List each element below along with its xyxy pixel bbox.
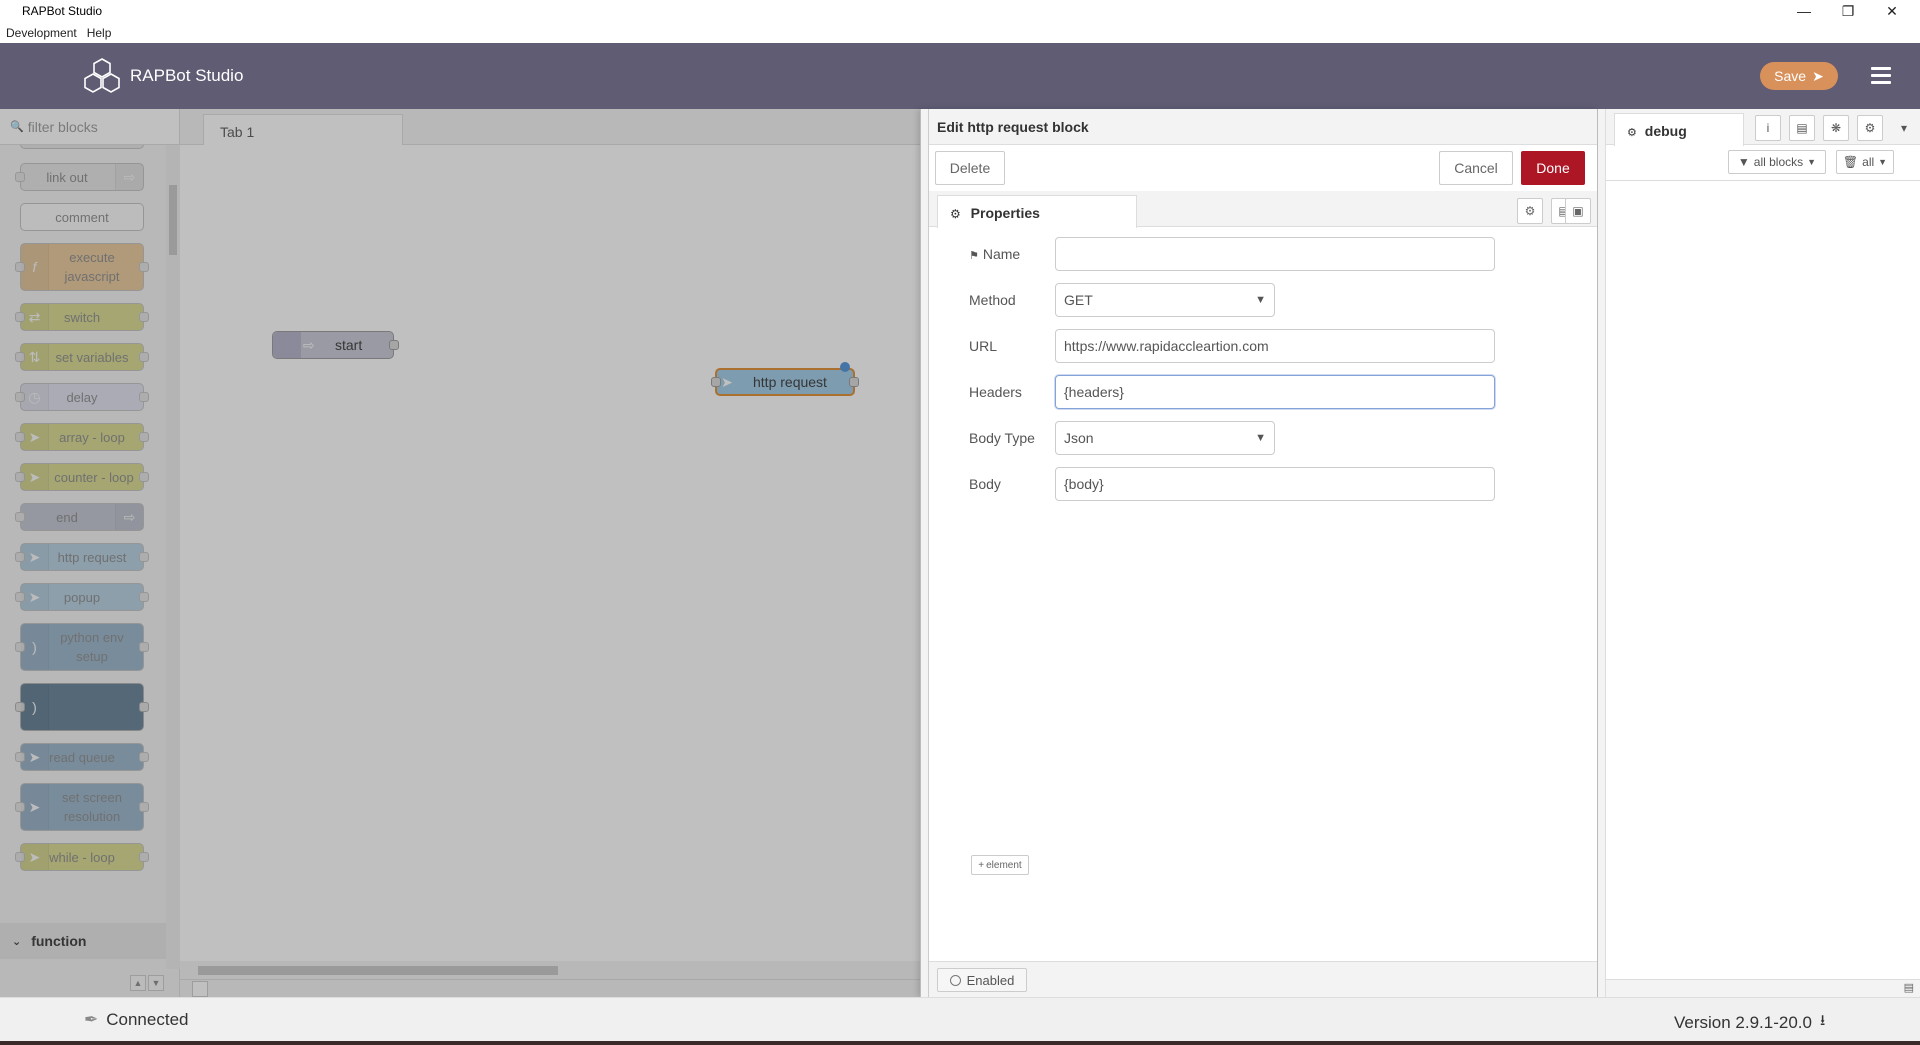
gear-icon: ⚙ [950, 207, 961, 221]
tray-footer: Enabled [929, 961, 1597, 997]
done-button[interactable]: Done [1521, 151, 1585, 185]
taskbar-strip [0, 1041, 1920, 1045]
bodytype-row: Body Type Json ▼ [945, 421, 1545, 455]
method-row: Method GET ▼ [945, 283, 1545, 317]
save-button[interactable]: Save ➤ [1760, 62, 1838, 90]
download-icon[interactable]: ⭳ [1820, 1010, 1825, 1035]
logo-icon [84, 58, 120, 93]
connection-status: ✒ Connected [84, 1010, 189, 1029]
url-label: URL [969, 338, 998, 354]
cancel-button[interactable]: Cancel [1439, 151, 1513, 185]
filter-icon: ▼ [1737, 155, 1750, 169]
trash-icon: 🗑 [1842, 155, 1859, 169]
chevron-down-icon: ▼ [1255, 294, 1266, 306]
close-icon[interactable]: ✕ [1870, 0, 1914, 22]
headers-label: Headers [969, 384, 1022, 400]
minimize-icon[interactable]: — [1782, 0, 1826, 22]
app-header: RAPBot Studio Save ➤ [0, 43, 1920, 109]
body-label: Body [969, 476, 1001, 492]
debug-sidebar: ⚙ debug i ▤ ❋ ⚙ ▾ ▼ all blocks ▼ 🗑 all ▼… [1598, 109, 1920, 997]
modal-overlay [0, 109, 920, 997]
tray-resize-handle[interactable] [921, 109, 929, 997]
book-icon[interactable]: ▤ [1789, 115, 1815, 141]
name-row: ⚑ Name [945, 237, 1545, 271]
add-element-button[interactable]: + element [971, 855, 1029, 875]
tag-icon: ⚑ [969, 250, 979, 262]
menu-development[interactable]: Development [6, 26, 77, 40]
sidebar-tabs: ⚙ debug i ▤ ❋ ⚙ ▾ [1606, 109, 1920, 146]
tab-properties[interactable]: ⚙ Properties [937, 195, 1137, 228]
circle-icon [949, 974, 961, 986]
url-row: URL [945, 329, 1545, 363]
chevron-down-icon: ▼ [1878, 157, 1888, 167]
info-icon[interactable]: i [1755, 115, 1781, 141]
delete-button[interactable]: Delete [935, 151, 1005, 185]
tray-toolbar: Delete Cancel Done [929, 145, 1597, 191]
main-menu-icon[interactable] [1868, 63, 1894, 89]
plus-icon: + [978, 859, 985, 871]
chevron-down-icon[interactable]: ▾ [1891, 115, 1917, 141]
brand-name: RAPBot Studio [130, 66, 244, 85]
sidebar-footer: ▤ [1606, 979, 1920, 997]
body-input[interactable] [1055, 467, 1495, 501]
headers-input[interactable] [1055, 375, 1495, 409]
enabled-toggle[interactable]: Enabled [937, 968, 1027, 992]
method-label: Method [969, 292, 1016, 308]
name-label: ⚑ Name [969, 246, 1021, 262]
chevron-down-icon: ▼ [1807, 157, 1817, 167]
restore-icon[interactable]: ❐ [1826, 0, 1870, 22]
chevron-down-icon: ▼ [1255, 432, 1266, 444]
bodytype-label: Body Type [969, 430, 1035, 446]
bodytype-select[interactable]: Json ▼ [1055, 421, 1275, 455]
tab-debug[interactable]: ⚙ debug [1614, 113, 1744, 146]
bug-icon[interactable]: ❋ [1823, 115, 1849, 141]
status-bar: ✒ Connected Version 2.9.1-20.0 ⭳ [0, 997, 1920, 1041]
edit-tray: Edit http request block Delete Cancel Do… [920, 109, 1598, 997]
plug-icon: ✒ [84, 1010, 99, 1029]
bug-icon: ⚙ [1627, 127, 1637, 139]
menu-help[interactable]: Help [87, 26, 112, 40]
sidebar-toolbar: ▼ all blocks ▼ 🗑 all ▼ [1606, 145, 1920, 181]
tray-title: Edit http request block [929, 109, 1597, 145]
clear-button[interactable]: 🗑 all ▼ [1836, 150, 1894, 174]
name-input[interactable] [1055, 237, 1495, 271]
appearance-icon[interactable]: ▣ [1565, 198, 1591, 224]
save-label: Save [1774, 68, 1807, 84]
settings-icon[interactable]: ⚙ [1517, 198, 1543, 224]
menu-bar: Development Help [0, 22, 1920, 43]
body-row: Body [945, 467, 1545, 501]
gear-icon[interactable]: ⚙ [1857, 115, 1883, 141]
window-title: RAPBot Studio [22, 4, 103, 18]
rocket-icon: ➤ [1812, 67, 1824, 84]
url-input[interactable] [1055, 329, 1495, 363]
method-select[interactable]: GET ▼ [1055, 283, 1275, 317]
tray-tabs: ⚙ Properties ⚙ ▤ ▣ [929, 191, 1597, 228]
monitor-icon[interactable]: ▤ [1904, 981, 1914, 994]
filter-blocks-button[interactable]: ▼ all blocks ▼ [1728, 150, 1826, 174]
sidebar-resize-handle[interactable] [1598, 109, 1606, 997]
headers-row: Headers [945, 375, 1545, 409]
window-titlebar: RAPBot Studio — ❐ ✕ [0, 0, 1920, 22]
version-info: Version 2.9.1-20.0 ⭳ [1674, 1010, 1825, 1035]
